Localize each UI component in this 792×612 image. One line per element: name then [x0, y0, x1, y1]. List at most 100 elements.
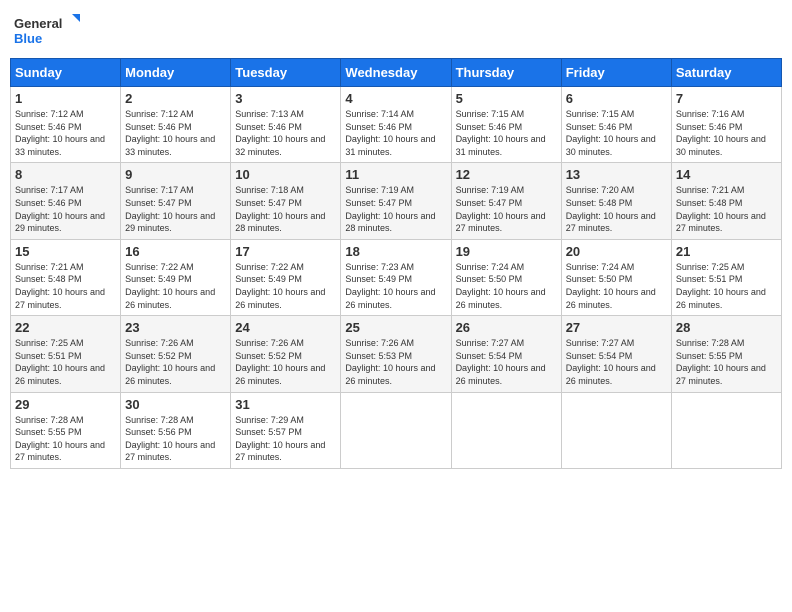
day-detail: Sunrise: 7:18 AM Sunset: 5:47 PM Dayligh… — [235, 184, 336, 234]
calendar-week-row: 22 Sunrise: 7:25 AM Sunset: 5:51 PM Dayl… — [11, 316, 782, 392]
day-detail: Sunrise: 7:22 AM Sunset: 5:49 PM Dayligh… — [125, 261, 226, 311]
calendar-day-cell — [341, 392, 451, 468]
calendar-week-row: 15 Sunrise: 7:21 AM Sunset: 5:48 PM Dayl… — [11, 239, 782, 315]
day-number: 5 — [456, 91, 557, 106]
calendar-week-row: 8 Sunrise: 7:17 AM Sunset: 5:46 PM Dayli… — [11, 163, 782, 239]
calendar-day-cell: 30 Sunrise: 7:28 AM Sunset: 5:56 PM Dayl… — [121, 392, 231, 468]
day-detail: Sunrise: 7:20 AM Sunset: 5:48 PM Dayligh… — [566, 184, 667, 234]
day-number: 21 — [676, 244, 777, 259]
calendar-day-cell: 19 Sunrise: 7:24 AM Sunset: 5:50 PM Dayl… — [451, 239, 561, 315]
calendar-week-row: 29 Sunrise: 7:28 AM Sunset: 5:55 PM Dayl… — [11, 392, 782, 468]
calendar-day-cell: 25 Sunrise: 7:26 AM Sunset: 5:53 PM Dayl… — [341, 316, 451, 392]
day-number: 13 — [566, 167, 667, 182]
calendar-day-cell: 16 Sunrise: 7:22 AM Sunset: 5:49 PM Dayl… — [121, 239, 231, 315]
day-number: 29 — [15, 397, 116, 412]
day-number: 25 — [345, 320, 446, 335]
calendar-day-cell: 24 Sunrise: 7:26 AM Sunset: 5:52 PM Dayl… — [231, 316, 341, 392]
day-number: 31 — [235, 397, 336, 412]
day-number: 23 — [125, 320, 226, 335]
day-detail: Sunrise: 7:17 AM Sunset: 5:46 PM Dayligh… — [15, 184, 116, 234]
calendar-table: SundayMondayTuesdayWednesdayThursdayFrid… — [10, 58, 782, 469]
day-detail: Sunrise: 7:28 AM Sunset: 5:56 PM Dayligh… — [125, 414, 226, 464]
day-number: 28 — [676, 320, 777, 335]
calendar-day-cell: 23 Sunrise: 7:26 AM Sunset: 5:52 PM Dayl… — [121, 316, 231, 392]
day-number: 22 — [15, 320, 116, 335]
day-number: 7 — [676, 91, 777, 106]
calendar-day-cell: 3 Sunrise: 7:13 AM Sunset: 5:46 PM Dayli… — [231, 87, 341, 163]
page-header: General Blue — [10, 10, 782, 50]
calendar-day-cell: 4 Sunrise: 7:14 AM Sunset: 5:46 PM Dayli… — [341, 87, 451, 163]
day-detail: Sunrise: 7:21 AM Sunset: 5:48 PM Dayligh… — [15, 261, 116, 311]
calendar-day-cell: 28 Sunrise: 7:28 AM Sunset: 5:55 PM Dayl… — [671, 316, 781, 392]
day-detail: Sunrise: 7:15 AM Sunset: 5:46 PM Dayligh… — [566, 108, 667, 158]
weekday-header: Thursday — [451, 59, 561, 87]
calendar-day-cell: 21 Sunrise: 7:25 AM Sunset: 5:51 PM Dayl… — [671, 239, 781, 315]
calendar-day-cell — [451, 392, 561, 468]
day-number: 24 — [235, 320, 336, 335]
day-number: 19 — [456, 244, 557, 259]
day-detail: Sunrise: 7:25 AM Sunset: 5:51 PM Dayligh… — [15, 337, 116, 387]
day-detail: Sunrise: 7:24 AM Sunset: 5:50 PM Dayligh… — [456, 261, 557, 311]
logo: General Blue — [14, 10, 84, 50]
day-number: 1 — [15, 91, 116, 106]
day-detail: Sunrise: 7:28 AM Sunset: 5:55 PM Dayligh… — [15, 414, 116, 464]
calendar-day-cell: 14 Sunrise: 7:21 AM Sunset: 5:48 PM Dayl… — [671, 163, 781, 239]
day-number: 17 — [235, 244, 336, 259]
calendar-day-cell: 17 Sunrise: 7:22 AM Sunset: 5:49 PM Dayl… — [231, 239, 341, 315]
weekday-header: Saturday — [671, 59, 781, 87]
day-number: 18 — [345, 244, 446, 259]
svg-text:General: General — [14, 16, 62, 31]
weekday-header: Tuesday — [231, 59, 341, 87]
day-detail: Sunrise: 7:12 AM Sunset: 5:46 PM Dayligh… — [15, 108, 116, 158]
calendar-day-cell: 6 Sunrise: 7:15 AM Sunset: 5:46 PM Dayli… — [561, 87, 671, 163]
day-number: 8 — [15, 167, 116, 182]
day-detail: Sunrise: 7:26 AM Sunset: 5:53 PM Dayligh… — [345, 337, 446, 387]
calendar-day-cell: 10 Sunrise: 7:18 AM Sunset: 5:47 PM Dayl… — [231, 163, 341, 239]
calendar-day-cell: 1 Sunrise: 7:12 AM Sunset: 5:46 PM Dayli… — [11, 87, 121, 163]
day-number: 30 — [125, 397, 226, 412]
day-detail: Sunrise: 7:27 AM Sunset: 5:54 PM Dayligh… — [456, 337, 557, 387]
day-detail: Sunrise: 7:29 AM Sunset: 5:57 PM Dayligh… — [235, 414, 336, 464]
calendar-day-cell: 31 Sunrise: 7:29 AM Sunset: 5:57 PM Dayl… — [231, 392, 341, 468]
day-detail: Sunrise: 7:27 AM Sunset: 5:54 PM Dayligh… — [566, 337, 667, 387]
day-number: 2 — [125, 91, 226, 106]
day-detail: Sunrise: 7:17 AM Sunset: 5:47 PM Dayligh… — [125, 184, 226, 234]
day-detail: Sunrise: 7:26 AM Sunset: 5:52 PM Dayligh… — [235, 337, 336, 387]
weekday-header: Sunday — [11, 59, 121, 87]
day-detail: Sunrise: 7:26 AM Sunset: 5:52 PM Dayligh… — [125, 337, 226, 387]
weekday-header: Friday — [561, 59, 671, 87]
day-number: 12 — [456, 167, 557, 182]
day-detail: Sunrise: 7:28 AM Sunset: 5:55 PM Dayligh… — [676, 337, 777, 387]
day-number: 14 — [676, 167, 777, 182]
calendar-day-cell: 27 Sunrise: 7:27 AM Sunset: 5:54 PM Dayl… — [561, 316, 671, 392]
day-number: 20 — [566, 244, 667, 259]
day-number: 15 — [15, 244, 116, 259]
calendar-day-cell: 26 Sunrise: 7:27 AM Sunset: 5:54 PM Dayl… — [451, 316, 561, 392]
calendar-day-cell: 20 Sunrise: 7:24 AM Sunset: 5:50 PM Dayl… — [561, 239, 671, 315]
calendar-day-cell: 22 Sunrise: 7:25 AM Sunset: 5:51 PM Dayl… — [11, 316, 121, 392]
calendar-day-cell: 12 Sunrise: 7:19 AM Sunset: 5:47 PM Dayl… — [451, 163, 561, 239]
day-detail: Sunrise: 7:16 AM Sunset: 5:46 PM Dayligh… — [676, 108, 777, 158]
calendar-day-cell: 5 Sunrise: 7:15 AM Sunset: 5:46 PM Dayli… — [451, 87, 561, 163]
day-detail: Sunrise: 7:21 AM Sunset: 5:48 PM Dayligh… — [676, 184, 777, 234]
day-detail: Sunrise: 7:24 AM Sunset: 5:50 PM Dayligh… — [566, 261, 667, 311]
day-number: 6 — [566, 91, 667, 106]
day-number: 11 — [345, 167, 446, 182]
calendar-day-cell — [561, 392, 671, 468]
day-detail: Sunrise: 7:25 AM Sunset: 5:51 PM Dayligh… — [676, 261, 777, 311]
calendar-day-cell — [671, 392, 781, 468]
day-detail: Sunrise: 7:22 AM Sunset: 5:49 PM Dayligh… — [235, 261, 336, 311]
day-number: 27 — [566, 320, 667, 335]
day-detail: Sunrise: 7:15 AM Sunset: 5:46 PM Dayligh… — [456, 108, 557, 158]
weekday-header: Wednesday — [341, 59, 451, 87]
calendar-day-cell: 2 Sunrise: 7:12 AM Sunset: 5:46 PM Dayli… — [121, 87, 231, 163]
day-number: 9 — [125, 167, 226, 182]
day-number: 26 — [456, 320, 557, 335]
svg-text:Blue: Blue — [14, 31, 42, 46]
calendar-week-row: 1 Sunrise: 7:12 AM Sunset: 5:46 PM Dayli… — [11, 87, 782, 163]
day-number: 16 — [125, 244, 226, 259]
calendar-day-cell: 7 Sunrise: 7:16 AM Sunset: 5:46 PM Dayli… — [671, 87, 781, 163]
calendar-day-cell: 11 Sunrise: 7:19 AM Sunset: 5:47 PM Dayl… — [341, 163, 451, 239]
calendar-day-cell: 13 Sunrise: 7:20 AM Sunset: 5:48 PM Dayl… — [561, 163, 671, 239]
day-number: 4 — [345, 91, 446, 106]
